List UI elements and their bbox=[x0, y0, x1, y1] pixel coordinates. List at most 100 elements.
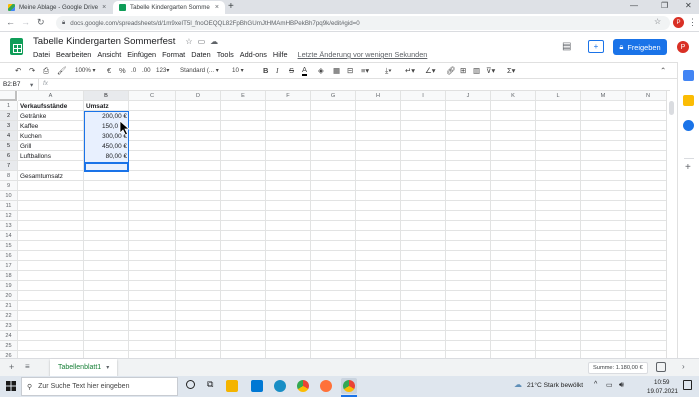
chrome-active-icon[interactable] bbox=[343, 380, 355, 392]
row-header-2[interactable]: 2 bbox=[0, 111, 18, 121]
column-header-i[interactable]: I bbox=[401, 91, 446, 101]
functions-icon[interactable]: Σ▾ bbox=[507, 66, 515, 76]
close-window-icon[interactable]: ✕ bbox=[685, 1, 692, 10]
maximize-icon[interactable]: ❐ bbox=[661, 1, 668, 10]
cell-b1[interactable]: Umsatz bbox=[84, 101, 129, 111]
menu-addons[interactable]: Add-ons bbox=[240, 50, 267, 59]
row-header-9[interactable]: 9 bbox=[0, 181, 18, 191]
network-icon[interactable]: ▭ bbox=[606, 381, 613, 389]
menu-dots-icon[interactable]: ⋮ bbox=[688, 17, 697, 27]
row-header-16[interactable]: 16 bbox=[0, 251, 18, 261]
select-all-corner[interactable] bbox=[0, 91, 17, 101]
row-header-4[interactable]: 4 bbox=[0, 131, 18, 141]
move-folder-icon[interactable]: ▭ bbox=[198, 37, 206, 46]
column-header-k[interactable]: K bbox=[491, 91, 536, 101]
cell-b5[interactable]: 450,00 € bbox=[84, 141, 129, 151]
profile-avatar[interactable]: P bbox=[673, 17, 684, 28]
notification-icon[interactable] bbox=[683, 380, 692, 390]
percent-format-button[interactable]: % bbox=[119, 66, 126, 76]
row-header-10[interactable]: 10 bbox=[0, 191, 18, 201]
back-icon[interactable]: ← bbox=[6, 17, 15, 27]
insert-comment-icon[interactable]: ⊞ bbox=[460, 66, 466, 76]
column-header-f[interactable]: F bbox=[266, 91, 311, 101]
clock-date[interactable]: 19.07.2021 bbox=[647, 388, 678, 395]
menu-daten[interactable]: Daten bbox=[191, 50, 210, 59]
star-icon[interactable]: ☆ bbox=[654, 17, 661, 27]
comments-icon[interactable]: ▤ bbox=[562, 41, 571, 52]
row-header-21[interactable]: 21 bbox=[0, 301, 18, 311]
cell-a4[interactable]: Kuchen bbox=[18, 131, 84, 141]
column-header-m[interactable]: M bbox=[581, 91, 626, 101]
taskbar-search[interactable]: ⚲ Zur Suche Text hier eingeben bbox=[21, 377, 178, 396]
font-size-select[interactable]: 10 ▾ bbox=[232, 66, 244, 76]
currency-format-button[interactable]: € bbox=[107, 66, 111, 76]
column-header-n[interactable]: N bbox=[626, 91, 666, 101]
cell-a3[interactable]: Kaffee bbox=[18, 121, 84, 131]
row-header-6[interactable]: 6 bbox=[0, 151, 18, 161]
forward-icon[interactable]: → bbox=[21, 17, 30, 27]
cell-a8[interactable]: Gesamtumsatz bbox=[18, 171, 84, 181]
row-header-23[interactable]: 23 bbox=[0, 321, 18, 331]
decrease-decimal-button[interactable]: .0 bbox=[131, 66, 136, 76]
cell-a6[interactable]: Luftballons bbox=[18, 151, 84, 161]
sheets-logo-icon[interactable] bbox=[10, 38, 23, 55]
windows-start-icon[interactable] bbox=[6, 381, 16, 391]
increase-decimal-button[interactable]: .00 bbox=[142, 66, 151, 76]
new-tab-button[interactable]: + bbox=[228, 2, 234, 12]
row-header-12[interactable]: 12 bbox=[0, 211, 18, 221]
number-format-select[interactable]: 123▾ bbox=[156, 66, 169, 76]
title-text[interactable]: Tabelle Kindergarten Sommerfest bbox=[33, 36, 175, 47]
row-header-15[interactable]: 15 bbox=[0, 241, 18, 251]
menu-format[interactable]: Format bbox=[162, 50, 185, 59]
collapse-menu-icon[interactable]: ⌃ bbox=[660, 66, 666, 76]
volume-icon[interactable]: 🔊︎ bbox=[619, 380, 624, 390]
weather-icon[interactable]: ☁ bbox=[514, 380, 522, 389]
menu-datei[interactable]: Datei bbox=[33, 50, 50, 59]
strikethrough-button[interactable]: S bbox=[289, 66, 294, 76]
cell-b3[interactable]: 150,0 bbox=[84, 121, 120, 131]
column-header-c[interactable]: C bbox=[129, 91, 176, 101]
column-header-a[interactable]: A bbox=[18, 91, 84, 101]
row-header-20[interactable]: 20 bbox=[0, 291, 18, 301]
row-header-25[interactable]: 25 bbox=[0, 341, 18, 351]
sum-indicator[interactable]: Summe: 1.180,00 € bbox=[588, 362, 648, 374]
column-header-j[interactable]: J bbox=[446, 91, 491, 101]
font-select[interactable]: Standard (... ▾ bbox=[180, 66, 219, 76]
paint-format-icon[interactable]: 🖌︎ bbox=[57, 66, 67, 76]
formula-input[interactable] bbox=[56, 79, 666, 90]
zoom-select[interactable]: 100% ▾ bbox=[75, 66, 96, 76]
keep-icon[interactable] bbox=[683, 95, 694, 106]
tab-google-drive[interactable]: Meine Ablage - Google Drive × bbox=[2, 1, 112, 14]
share-button[interactable]: 🔒︎ Freigeben bbox=[613, 39, 667, 55]
minimize-icon[interactable]: — bbox=[630, 1, 638, 10]
add-sheet-icon[interactable]: + bbox=[9, 362, 14, 372]
reload-icon[interactable]: ↻ bbox=[37, 17, 45, 27]
menu-tools[interactable]: Tools bbox=[217, 50, 234, 59]
add-addon-icon[interactable]: + bbox=[685, 162, 691, 173]
calendar-icon[interactable] bbox=[683, 70, 694, 81]
cell-a1[interactable]: Verkaufsstände bbox=[18, 101, 84, 111]
row-header-7[interactable]: 7 bbox=[0, 161, 18, 171]
mail-icon[interactable] bbox=[251, 380, 263, 392]
side-panel-toggle-icon[interactable]: › bbox=[682, 362, 685, 371]
account-avatar[interactable]: P bbox=[677, 41, 689, 53]
firefox-icon[interactable] bbox=[320, 380, 332, 392]
tray-chevron-icon[interactable]: ^ bbox=[594, 381, 597, 388]
horizontal-align-icon[interactable]: ≡▾ bbox=[361, 66, 369, 76]
print-icon[interactable]: ⎙ bbox=[43, 66, 49, 76]
vertical-align-icon[interactable]: ⤓▾ bbox=[385, 66, 391, 76]
file-explorer-icon[interactable] bbox=[226, 380, 238, 392]
row-header-13[interactable]: 13 bbox=[0, 221, 18, 231]
row-header-8[interactable]: 8 bbox=[0, 171, 18, 181]
vertical-scrollbar[interactable] bbox=[666, 91, 677, 358]
explore-icon[interactable] bbox=[656, 362, 666, 372]
weather-text[interactable]: 21°C Stark bewölkt bbox=[527, 382, 583, 389]
sheet-tab[interactable]: Tabellenblatt1 ▾ bbox=[50, 359, 118, 376]
chevron-down-icon[interactable]: ▾ bbox=[106, 364, 109, 371]
present-meeting-icon[interactable]: + bbox=[588, 40, 604, 53]
row-header-26[interactable]: 26 bbox=[0, 351, 18, 358]
last-edit-link[interactable]: Letzte Änderung vor wenigen Sekunden bbox=[298, 50, 428, 59]
italic-button[interactable]: I bbox=[276, 66, 279, 76]
cell-a2[interactable]: Getränke bbox=[18, 111, 84, 121]
fill-color-icon[interactable]: ◈ bbox=[318, 66, 324, 76]
